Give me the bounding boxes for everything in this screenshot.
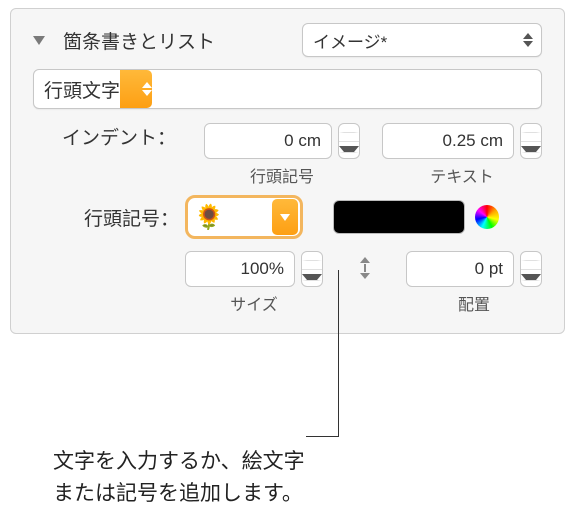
bullet-type-popup[interactable]: 行頭文字 <box>33 69 542 109</box>
bullet-indent-field[interactable]: 0 cm <box>204 123 332 159</box>
color-wheel-icon[interactable] <box>475 205 499 229</box>
callout-leader-line <box>338 270 339 436</box>
callout-leader-line <box>306 436 339 437</box>
stepper-up-icon[interactable] <box>302 252 322 270</box>
popup-arrows-icon <box>142 82 152 96</box>
align-sublabel: 配置 <box>458 291 490 315</box>
align-field[interactable]: 0 pt <box>406 251 514 287</box>
list-style-value: イメージ* <box>313 28 387 53</box>
size-sublabel: サイズ <box>230 291 278 315</box>
bullet-indent-sublabel: 行頭記号 <box>250 163 314 187</box>
size-stepper[interactable] <box>301 251 323 287</box>
bullet-color-well[interactable] <box>333 200 465 234</box>
bullet-indent-stepper[interactable] <box>338 123 360 159</box>
callout-text: 文字を入力するか、絵文字 または記号を追加します。 <box>53 446 305 509</box>
stepper-down-icon[interactable] <box>521 142 541 159</box>
list-style-popup[interactable]: イメージ* <box>302 23 542 57</box>
bullets-lists-panel: 箇条書きとリスト イメージ* 行頭文字 インデント： 0 cm <box>10 8 565 334</box>
bullet-dropdown-button[interactable] <box>272 199 298 235</box>
bullet-emoji: 🌻 <box>194 203 224 232</box>
stepper-down-icon[interactable] <box>521 270 541 287</box>
text-indent-sublabel: テキスト <box>430 163 494 187</box>
stepper-up-icon[interactable] <box>521 124 541 142</box>
popup-cap <box>120 70 152 108</box>
bullet-type-value: 行頭文字 <box>44 76 120 103</box>
bullet-character-picker[interactable]: 🌻 <box>185 195 303 239</box>
popup-arrows-icon <box>523 33 533 47</box>
align-stepper[interactable] <box>520 251 542 287</box>
stepper-up-icon[interactable] <box>521 252 541 270</box>
disclosure-triangle[interactable] <box>33 36 45 45</box>
bullet-label: 行頭記号： <box>33 204 185 231</box>
stepper-down-icon[interactable] <box>302 270 322 287</box>
indent-label: インデント： <box>33 123 182 150</box>
size-field[interactable]: 100% <box>185 251 295 287</box>
stepper-down-icon[interactable] <box>339 142 359 159</box>
text-indent-stepper[interactable] <box>520 123 542 159</box>
chevron-down-icon <box>280 214 290 221</box>
stepper-up-icon[interactable] <box>339 124 359 142</box>
align-link-icon[interactable] <box>357 257 372 279</box>
section-title: 箇条書きとリスト <box>63 27 215 54</box>
text-indent-field[interactable]: 0.25 cm <box>382 123 514 159</box>
